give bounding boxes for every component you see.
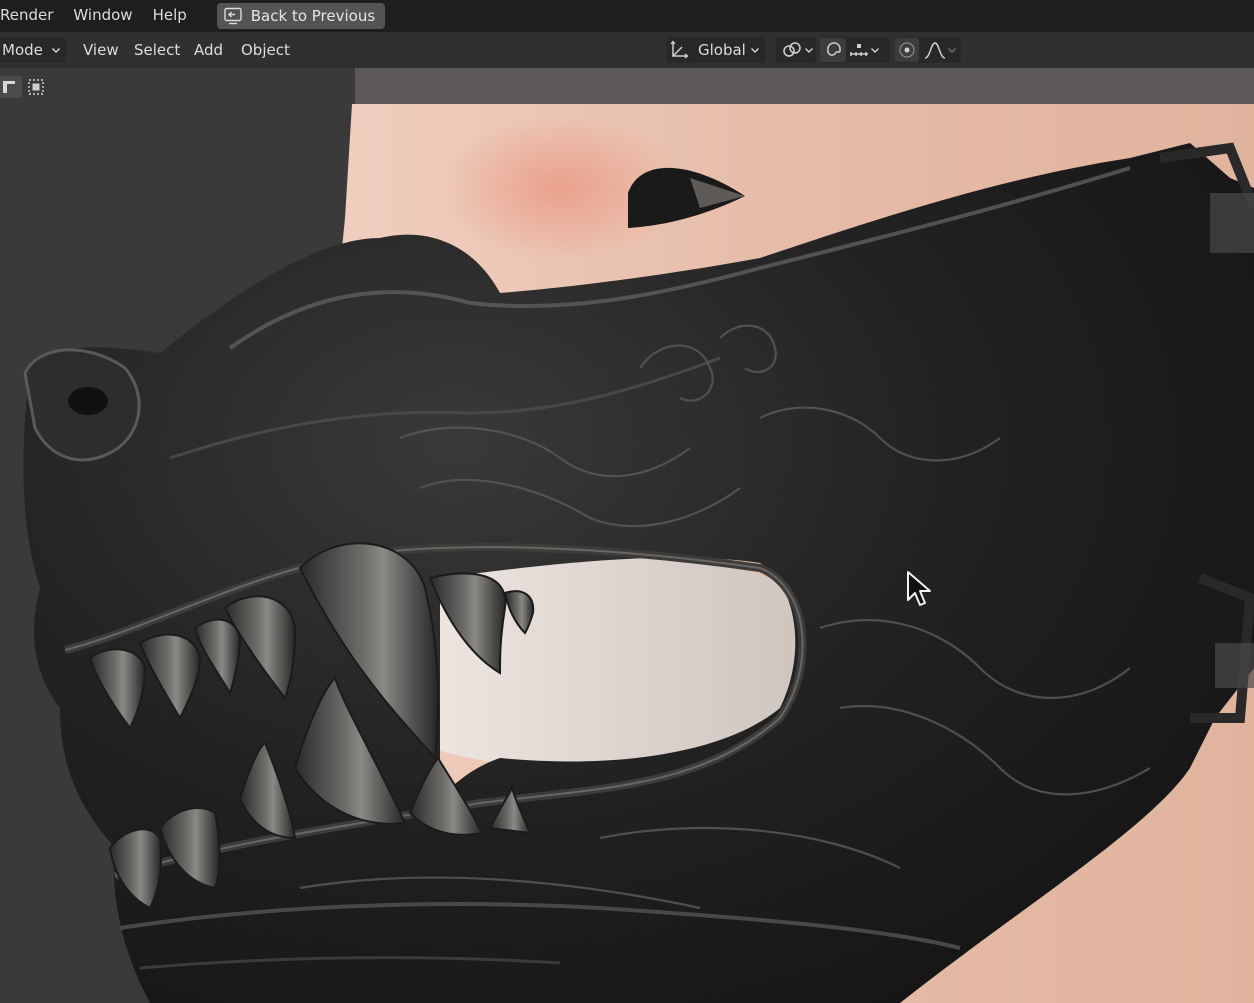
chevron-down-icon <box>805 48 813 53</box>
select-extend-icon <box>28 79 44 95</box>
proportional-edit-icon <box>899 42 915 58</box>
mode-dropdown[interactable]: Mode <box>0 37 66 63</box>
viewport-scene <box>23 68 1254 1003</box>
back-to-previous-button[interactable]: Back to Previous <box>216 3 386 29</box>
transform-orientation-dropdown[interactable]: Global <box>666 37 766 63</box>
snap-increment-icon[interactable] <box>848 40 870 60</box>
chevron-down-icon <box>750 47 760 54</box>
snap-toggle[interactable] <box>820 38 846 62</box>
select-box-icon <box>3 81 16 93</box>
orientation-label: Global <box>698 41 746 59</box>
selection-mode-tools <box>0 74 48 100</box>
3d-viewport[interactable] <box>0 68 1254 1003</box>
background-plane <box>355 68 1254 104</box>
menu-window[interactable]: Window <box>63 0 142 32</box>
pivot-point-dropdown[interactable] <box>776 37 816 63</box>
menu-help[interactable]: Help <box>143 0 197 32</box>
mode-label: Mode <box>2 41 43 59</box>
viewport-header: Mode View Select Add Object Global <box>0 32 1254 68</box>
menu-add[interactable]: Add <box>194 32 223 68</box>
proportional-edit-controls <box>895 37 961 63</box>
falloff-curve-icon[interactable] <box>923 40 947 60</box>
chevron-down-icon[interactable] <box>947 44 957 56</box>
menu-view[interactable]: View <box>83 32 119 68</box>
menu-select[interactable]: Select <box>134 32 180 68</box>
select-extend-button[interactable] <box>25 76 47 98</box>
mouse-cursor-icon <box>907 571 931 606</box>
chevron-down-icon[interactable] <box>870 44 880 56</box>
proportional-edit-toggle[interactable] <box>895 38 919 62</box>
back-button-label: Back to Previous <box>250 7 376 25</box>
back-to-previous-icon <box>224 7 242 25</box>
chevron-down-icon <box>51 47 61 54</box>
menu-render[interactable]: Render <box>0 0 63 32</box>
pivot-point-icon <box>783 42 801 57</box>
transform-orientation-icon <box>670 40 689 59</box>
snap-controls <box>820 37 890 63</box>
top-menu-bar: Render Window Help Back to Previous <box>0 0 1254 32</box>
select-new-button[interactable] <box>0 76 22 98</box>
menu-object[interactable]: Object <box>241 32 290 68</box>
snap-magnet-icon <box>827 42 841 56</box>
